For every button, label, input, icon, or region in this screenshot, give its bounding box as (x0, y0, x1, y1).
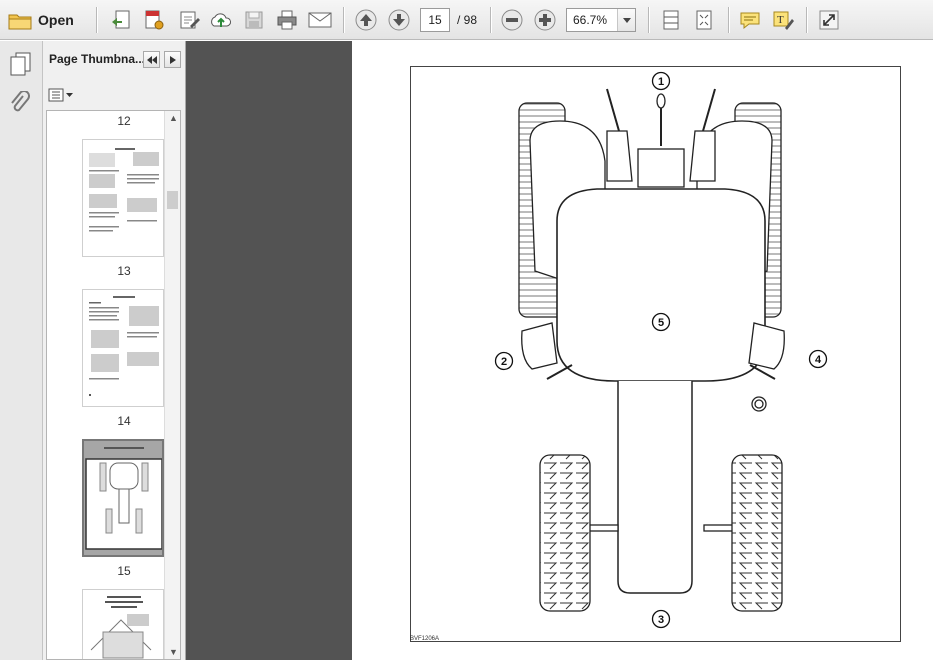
fit-width-icon (663, 10, 679, 30)
save-icon (245, 11, 263, 29)
zoom-select[interactable]: 66.7% (566, 8, 636, 32)
fit-page-button[interactable] (692, 6, 716, 34)
callout-2: 2 (501, 356, 507, 368)
previous-page-button[interactable] (354, 6, 378, 34)
document-background (186, 41, 352, 660)
plus-circle-icon (534, 9, 556, 31)
envelope-icon (308, 12, 332, 28)
printer-icon (277, 10, 297, 30)
callout-5: 5 (658, 317, 664, 329)
thumbnail-label: 14 (117, 414, 131, 428)
paperclip-icon[interactable] (8, 90, 30, 118)
expand-icon (819, 10, 839, 30)
chevron-right-icon (169, 55, 176, 64)
options-list-icon (48, 88, 73, 102)
thumbnail-label: 12 (117, 114, 131, 128)
double-chevron-left-icon (146, 55, 157, 64)
scroll-down-icon[interactable]: ▼ (169, 647, 178, 657)
fit-width-button[interactable] (659, 6, 683, 34)
pdf-gear-icon (145, 10, 164, 30)
highlight-pen-icon: T (773, 11, 794, 30)
highlight-button[interactable]: T (771, 6, 795, 34)
cloud-upload-icon (211, 13, 231, 27)
create-pdf-button[interactable] (108, 6, 134, 34)
create-pdf-icon (112, 10, 130, 29)
thumbnail-scrollbar[interactable]: ▲ ▼ (164, 111, 180, 659)
thumbnail-label: 13 (117, 264, 131, 278)
scroll-up-icon[interactable]: ▲ (169, 113, 178, 123)
zoom-value: 66.7% (573, 13, 608, 27)
zoom-out-button[interactable] (500, 6, 524, 34)
svg-text:T: T (777, 14, 784, 26)
full-screen-button[interactable] (817, 6, 841, 34)
scrollbar-thumb[interactable] (167, 191, 178, 209)
open-button[interactable]: Open (8, 6, 74, 34)
chevron-down-icon[interactable] (617, 9, 635, 31)
toolbar: Open 15 / 98 66.7% T (0, 0, 933, 40)
fit-page-icon (696, 10, 712, 30)
form-edit-icon (180, 11, 200, 29)
next-page-button[interactable] (387, 6, 411, 34)
open-label: Open (38, 12, 74, 28)
panel-title: Page Thumbna... (49, 52, 146, 66)
callout-3: 3 (658, 614, 664, 626)
save-button[interactable] (242, 6, 266, 34)
upload-button[interactable] (208, 6, 234, 34)
page-thumbnail-selected[interactable] (82, 439, 164, 557)
edit-form-button[interactable] (176, 6, 202, 34)
page-thumbnails-icon[interactable] (8, 51, 32, 80)
navigation-rail (0, 41, 43, 660)
minus-circle-icon (501, 9, 523, 31)
thumbnail-list: 12 13 14 15 ▲ ▼ (46, 110, 181, 660)
email-button[interactable] (307, 6, 333, 34)
arrow-up-circle-icon (355, 9, 377, 31)
thumbnail-options-button[interactable] (48, 87, 74, 103)
page-number-input[interactable]: 15 (420, 8, 450, 32)
callout-1: 1 (658, 76, 664, 88)
print-button[interactable] (274, 6, 300, 34)
pdf-settings-button[interactable] (141, 6, 167, 34)
page-total: / 98 (457, 13, 478, 27)
page-thumbnail[interactable] (82, 139, 164, 257)
figure-code: BVF1206A (410, 636, 440, 642)
comment-button[interactable] (738, 6, 762, 34)
thumbnail-label: 15 (117, 564, 131, 578)
panel-forward-button[interactable] (164, 51, 181, 68)
zoom-in-button[interactable] (533, 6, 557, 34)
thumbnails-panel: Page Thumbna... 12 13 14 15 ▲ ▼ (43, 41, 186, 660)
arrow-down-circle-icon (388, 9, 410, 31)
page-thumbnail[interactable] (82, 289, 164, 407)
speech-bubble-icon (740, 12, 760, 30)
collapse-panel-button[interactable] (143, 51, 160, 68)
folder-icon (8, 14, 32, 30)
page-thumbnail[interactable] (82, 589, 164, 659)
document-page: 1 2 3 4 5 BVF1206A (352, 41, 933, 660)
callout-4: 4 (815, 354, 822, 366)
tractor-top-view-drawing: 1 2 3 4 5 (494, 71, 828, 629)
